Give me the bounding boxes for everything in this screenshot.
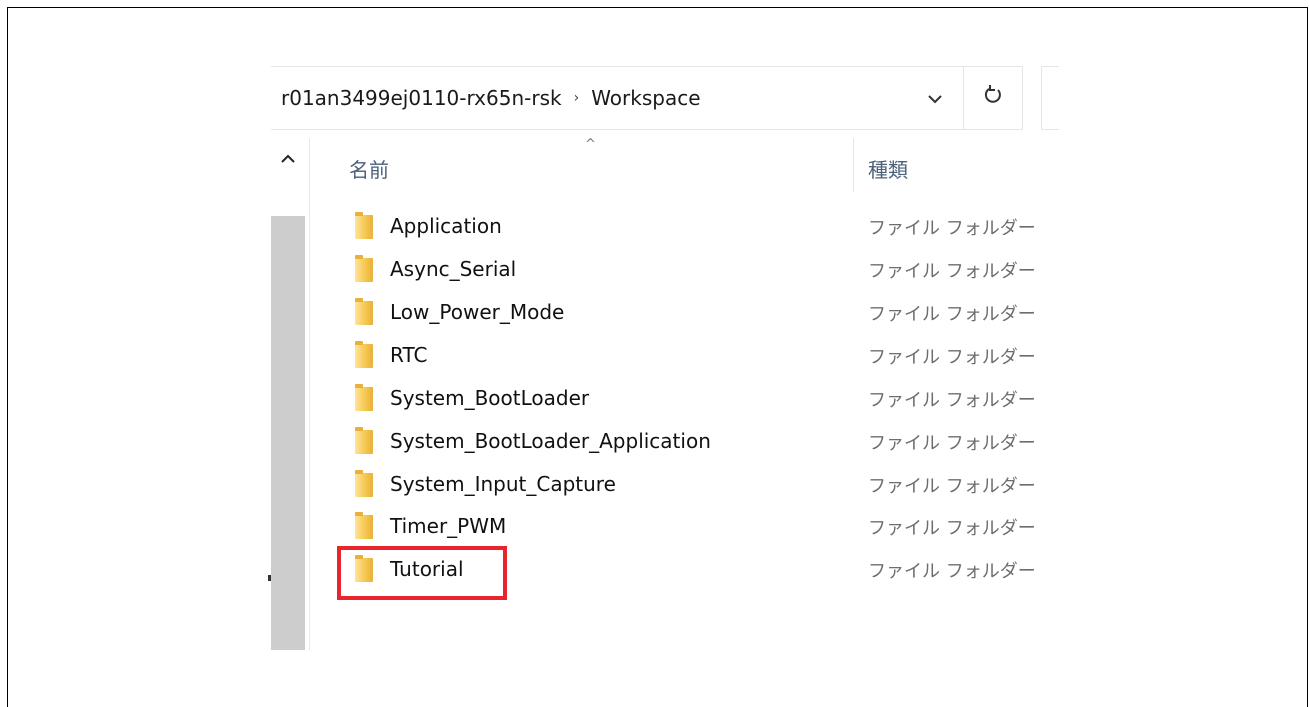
pane-divider xyxy=(309,138,310,650)
file-type: ファイル フォルダー xyxy=(868,476,1036,497)
file-name: System_BootLoader_Application xyxy=(390,429,711,453)
file-type: ファイル フォルダー xyxy=(868,347,1036,368)
folder-icon xyxy=(355,384,373,411)
list-item[interactable]: System_Input_Capture ファイル フォルダー xyxy=(355,470,1055,502)
breadcrumb-separator-icon[interactable]: › xyxy=(574,90,580,106)
folder-icon xyxy=(355,212,373,239)
list-item[interactable]: System_BootLoader_Application ファイル フォルダー xyxy=(355,427,1055,459)
file-name: Async_Serial xyxy=(390,257,517,281)
file-name: System_BootLoader xyxy=(390,386,590,410)
file-name: RTC xyxy=(390,343,428,367)
scroll-up-icon[interactable] xyxy=(271,138,305,178)
file-name: Application xyxy=(390,214,502,238)
file-name: System_Input_Capture xyxy=(390,472,616,496)
folder-icon xyxy=(355,470,373,497)
folder-icon xyxy=(355,255,373,282)
list-item[interactable]: Application ファイル フォルダー xyxy=(355,212,1055,244)
file-type: ファイル フォルダー xyxy=(868,218,1036,239)
list-item[interactable]: RTC ファイル フォルダー xyxy=(355,341,1055,373)
refresh-button[interactable] xyxy=(963,66,1023,130)
refresh-icon xyxy=(982,84,1004,112)
column-divider[interactable] xyxy=(853,138,854,192)
list-item[interactable]: Timer_PWM ファイル フォルダー xyxy=(355,512,1055,544)
address-dropdown-button[interactable] xyxy=(907,66,963,130)
file-name: Timer_PWM xyxy=(390,514,507,538)
breadcrumb-current[interactable]: Workspace xyxy=(591,86,700,110)
list-item[interactable]: System_BootLoader ファイル フォルダー xyxy=(355,384,1055,416)
chevron-down-icon xyxy=(927,89,943,108)
list-item[interactable]: Low_Power_Mode ファイル フォルダー xyxy=(355,298,1055,330)
folder-icon xyxy=(355,341,373,368)
list-item[interactable]: Async_Serial ファイル フォルダー xyxy=(355,255,1055,287)
address-bar[interactable]: r01an3499ej0110-rx65n-rsk › Workspace xyxy=(271,66,963,130)
file-type: ファイル フォルダー xyxy=(868,261,1036,282)
folder-icon xyxy=(355,427,373,454)
sort-ascending-icon: ^ xyxy=(585,137,596,152)
search-box[interactable] xyxy=(1041,66,1059,130)
column-header-type[interactable]: 種類 xyxy=(868,154,908,183)
file-type: ファイル フォルダー xyxy=(868,561,1036,582)
folder-icon xyxy=(355,512,373,539)
cursor-mark xyxy=(268,575,271,581)
file-type: ファイル フォルダー xyxy=(868,304,1036,325)
file-name: Low_Power_Mode xyxy=(390,300,565,324)
file-type: ファイル フォルダー xyxy=(868,518,1036,539)
column-header-name[interactable]: 名前 xyxy=(349,154,389,183)
folder-icon xyxy=(355,298,373,325)
highlight-box xyxy=(337,546,507,600)
nav-pane-scrollbar[interactable] xyxy=(271,138,305,650)
breadcrumb-parent[interactable]: r01an3499ej0110-rx65n-rsk xyxy=(281,86,562,110)
file-type: ファイル フォルダー xyxy=(868,433,1036,454)
file-type: ファイル フォルダー xyxy=(868,390,1036,411)
